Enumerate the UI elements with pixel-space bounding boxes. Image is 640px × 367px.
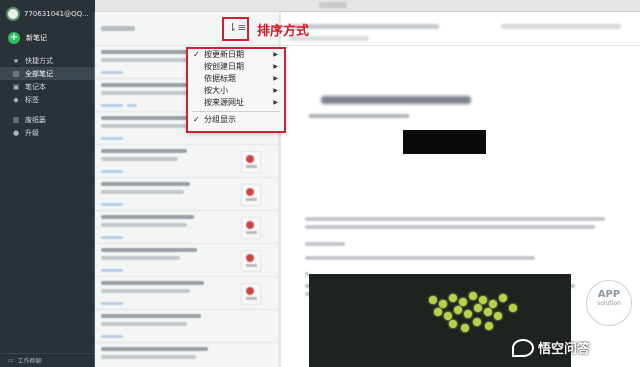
list-item[interactable] <box>95 277 279 310</box>
submenu-arrow-icon: ▶ <box>273 87 278 94</box>
sidebar-item-upgrade[interactable]: ● 升级 <box>0 126 95 139</box>
watermark-bottom-text: solution <box>597 300 621 307</box>
sidebar-item-label: 标签 <box>25 95 39 104</box>
app-window: 770631041@QQ... ⌄ + 新笔记 ★ 快捷方式 ▤ 全部笔记 ▣ … <box>0 0 640 367</box>
sort-icon[interactable]: ⇂≡ <box>228 20 246 36</box>
avatar <box>6 7 20 21</box>
list-item[interactable] <box>95 310 279 343</box>
note-thumbnail <box>241 217 261 239</box>
sort-option-source-url[interactable]: 按来源网址 ▶ <box>188 97 284 109</box>
submenu-arrow-icon: ▶ <box>273 63 278 70</box>
sort-option-created[interactable]: 按创建日期 ▶ <box>188 61 284 73</box>
submenu-arrow-icon: ▶ <box>273 51 278 58</box>
star-icon: ★ <box>12 56 20 65</box>
upgrade-icon: ● <box>12 128 20 137</box>
account-name: 770631041@QQ... <box>24 10 89 18</box>
sidebar-item-trash[interactable]: ▥ 废纸篓 <box>0 113 95 126</box>
new-note-button[interactable]: + 新笔记 <box>8 32 47 44</box>
note-view <box>281 12 640 367</box>
note-list-title-blurred <box>101 26 135 31</box>
sidebar-item-label: 全部笔记 <box>25 69 53 78</box>
redacted-image <box>403 130 486 154</box>
sort-option-label: 依据标题 <box>204 74 236 83</box>
sort-annotation-label: 排序方式 <box>257 24 310 39</box>
chat-icon: ▭ <box>8 357 14 364</box>
sort-option-label: 按大小 <box>204 86 228 95</box>
work-chat-button[interactable]: ▭ 工作群聊 <box>0 353 95 367</box>
sidebar-item-label: 笔记本 <box>25 82 46 91</box>
sidebar-nav: ★ 快捷方式 ▤ 全部笔记 ▣ 笔记本 ◆ 标签 ▥ 废纸篓 ● 升级 <box>0 54 95 139</box>
app-solution-watermark: APP solution <box>586 280 632 326</box>
sidebar-item-tags[interactable]: ◆ 标签 <box>0 93 95 106</box>
note-title-blurred <box>321 96 471 104</box>
notebook-icon: ▣ <box>12 82 20 91</box>
note-thumbnail <box>241 151 261 173</box>
list-item[interactable] <box>95 244 279 277</box>
menu-divider <box>192 111 280 112</box>
account-switcher[interactable]: 770631041@QQ... ⌄ <box>6 7 100 21</box>
note-thumbnail <box>241 283 261 305</box>
note-thumbnail <box>241 184 261 206</box>
submenu-arrow-icon: ▶ <box>273 75 278 82</box>
tag-icon: ◆ <box>13 95 19 104</box>
new-note-label: 新笔记 <box>26 34 47 42</box>
brand-logo-icon <box>512 338 534 357</box>
note-icon: ▤ <box>12 69 20 78</box>
sidebar-item-shortcuts[interactable]: ★ 快捷方式 <box>0 54 95 67</box>
sort-option-title[interactable]: 依据标题 ▶ <box>188 73 284 85</box>
trash-icon: ▥ <box>12 115 20 124</box>
note-list-header <box>95 12 279 46</box>
group-display-option[interactable]: ✓ 分组显示 <box>188 114 284 126</box>
list-item[interactable] <box>95 145 279 178</box>
plus-icon: + <box>8 32 20 44</box>
sort-menu: ✓ 按更新日期 ▶ 按创建日期 ▶ 依据标题 ▶ 按大小 ▶ 按来源网址 ▶ ✓… <box>186 47 286 133</box>
sort-option-size[interactable]: 按大小 ▶ <box>188 85 284 97</box>
window-titlebar <box>95 0 640 12</box>
sidebar-item-label: 废纸篓 <box>25 115 46 124</box>
checkmark-icon: ✓ <box>193 115 200 124</box>
note-meta-blurred <box>309 114 409 118</box>
work-chat-label: 工作群聊 <box>17 358 42 365</box>
sort-option-label: 按更新日期 <box>204 50 244 59</box>
sidebar-item-notebooks[interactable]: ▣ 笔记本 <box>0 80 95 93</box>
watermark-top-text: APP <box>597 289 621 300</box>
note-thumbnail <box>241 250 261 272</box>
sidebar: 770631041@QQ... ⌄ + 新笔记 ★ 快捷方式 ▤ 全部笔记 ▣ … <box>0 0 100 367</box>
sort-option-label: 按创建日期 <box>204 62 244 71</box>
brand-watermark: 悟空问答 <box>512 338 590 357</box>
sidebar-item-label: 快捷方式 <box>25 56 53 65</box>
group-display-label: 分组显示 <box>204 115 236 124</box>
list-item[interactable] <box>95 343 279 367</box>
brand-name: 悟空问答 <box>538 342 591 357</box>
note-view-header <box>281 12 640 46</box>
checkmark-icon: ✓ <box>193 50 200 59</box>
sidebar-item-all-notes[interactable]: ▤ 全部笔记 <box>0 67 95 80</box>
sort-option-updated[interactable]: ✓ 按更新日期 ▶ <box>188 49 284 61</box>
window-title-blurred <box>319 2 347 8</box>
list-item[interactable] <box>95 178 279 211</box>
sidebar-item-label: 升级 <box>25 128 39 137</box>
sort-option-label: 按来源网址 <box>204 98 244 107</box>
submenu-arrow-icon: ▶ <box>273 99 278 106</box>
list-item[interactable] <box>95 211 279 244</box>
